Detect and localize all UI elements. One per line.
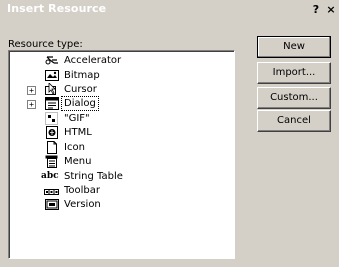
list-item-version[interactable]: Version [10, 198, 210, 212]
resource-type-list[interactable]: Accelerator Bitmap + Cursor + Dialog "GI… [8, 50, 235, 259]
help-button[interactable]: ? [308, 3, 324, 17]
string-table-icon: abc [41, 171, 59, 181]
list-item-label: Cursor [64, 84, 97, 95]
expand-toggle[interactable]: + [27, 100, 36, 109]
list-item-label: Version [64, 199, 101, 210]
close-button[interactable]: × [323, 3, 339, 17]
version-icon [44, 198, 60, 211]
list-item-dialog[interactable]: + Dialog [10, 96, 210, 111]
title-bar[interactable]: Insert Resource ? × [0, 0, 339, 21]
list-item-label: Menu [64, 156, 92, 167]
list-item-label: Icon [64, 142, 85, 153]
toolbar-icon [44, 184, 60, 197]
list-item-label: "GIF" [64, 113, 90, 124]
list-item-bitmap[interactable]: Bitmap [10, 69, 210, 83]
list-item-toolbar[interactable]: Toolbar [10, 184, 210, 198]
list-item-label: HTML [64, 127, 92, 138]
expand-toggle[interactable]: + [27, 86, 36, 95]
list-item-accelerator[interactable]: Accelerator [10, 54, 210, 68]
gif-icon [44, 112, 60, 125]
resource-type-label: Resource type: [8, 39, 83, 50]
cursor-icon [44, 83, 60, 96]
cancel-button[interactable]: Cancel [257, 110, 331, 132]
list-item-label: Dialog [61, 96, 99, 111]
dialog-icon [44, 97, 60, 110]
insert-resource-dialog: Insert Resource ? × Resource type: Accel… [0, 0, 339, 267]
list-item-label: Accelerator [64, 55, 122, 66]
list-item-label: Bitmap [64, 70, 100, 81]
html-icon [44, 126, 60, 139]
menu-icon [44, 155, 60, 168]
list-item-string-table[interactable]: abc String Table [10, 170, 210, 184]
bitmap-icon [44, 69, 60, 82]
accelerator-icon [44, 54, 60, 67]
list-item-gif[interactable]: "GIF" [10, 112, 210, 126]
list-item-label: Toolbar [64, 185, 101, 196]
window-title: Insert Resource [7, 2, 107, 15]
custom-button[interactable]: Custom... [257, 87, 331, 109]
import-button[interactable]: Import... [257, 62, 331, 84]
list-item-html[interactable]: HTML [10, 126, 210, 140]
list-item-menu[interactable]: Menu [10, 155, 210, 169]
icon-resource-icon [44, 141, 60, 154]
new-button[interactable]: New [257, 36, 331, 58]
list-item-label: String Table [64, 171, 123, 182]
list-item-icon[interactable]: Icon [10, 141, 210, 155]
list-item-cursor[interactable]: + Cursor [10, 83, 210, 97]
